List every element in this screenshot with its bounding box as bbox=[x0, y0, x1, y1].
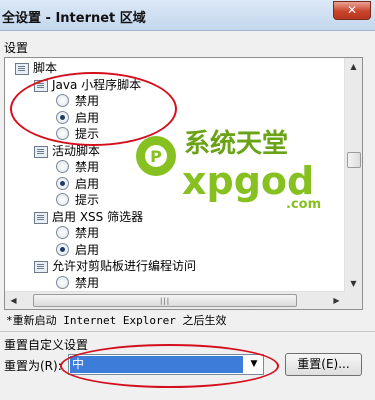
tree-item-label: 提示 bbox=[75, 193, 100, 207]
tree-option[interactable]: 启用 bbox=[56, 176, 99, 192]
svg-text:P: P bbox=[150, 147, 162, 166]
watermark-tld: .com bbox=[286, 197, 321, 212]
scroll-up-icon[interactable]: ▲ bbox=[345, 58, 362, 75]
custom-settings-label: 重置自定义设置 bbox=[4, 338, 89, 352]
watermark-name: 系统天堂 bbox=[184, 128, 288, 159]
tree-folder: 允许对剪贴板进行编程访问 bbox=[34, 258, 196, 274]
settings-folder-icon bbox=[34, 145, 48, 158]
window-title: 全设置 - Internet 区域 bbox=[2, 11, 146, 26]
vertical-scroll-thumb[interactable] bbox=[347, 152, 361, 168]
reset-button[interactable]: 重置(E)... bbox=[285, 353, 362, 376]
radio-checked-icon[interactable] bbox=[56, 176, 69, 190]
grip-icon: ||| bbox=[160, 297, 171, 305]
tree-option[interactable]: 提示 bbox=[56, 192, 99, 208]
radio-checked-icon[interactable] bbox=[56, 242, 69, 256]
radio-icon[interactable] bbox=[56, 193, 69, 206]
tree-option[interactable]: 启用 bbox=[56, 242, 99, 258]
highlight-ellipse-java bbox=[10, 72, 177, 146]
radio-icon[interactable] bbox=[56, 226, 69, 239]
scrollbar-corner bbox=[345, 292, 362, 309]
settings-folder-icon bbox=[15, 62, 29, 75]
scroll-left-icon[interactable]: ◀ bbox=[5, 292, 22, 309]
scroll-right-icon[interactable]: ▶ bbox=[328, 292, 345, 309]
tree-item-label: 启用 XSS 筛选器 bbox=[52, 209, 144, 224]
separator bbox=[0, 331, 375, 332]
restart-note: *重新启动 Internet Explorer 之后生效 bbox=[6, 314, 227, 327]
tree-option[interactable]: 禁用 bbox=[56, 159, 99, 175]
settings-folder-icon bbox=[34, 211, 48, 224]
reset-to-label: 重置为(R): bbox=[4, 359, 62, 373]
xpgod-watermark-logo: P 系统天堂 xpgod .com bbox=[136, 128, 321, 212]
settings-folder-icon bbox=[34, 260, 48, 273]
highlight-ellipse-reset bbox=[60, 344, 279, 388]
tree-item-label: 禁用 bbox=[75, 275, 100, 290]
tree-item-label: 禁用 bbox=[75, 226, 100, 240]
tree-item-label: 禁用 bbox=[75, 160, 100, 174]
close-button[interactable]: ✕ bbox=[333, 1, 371, 20]
tree-item-label: 启用 bbox=[75, 176, 100, 191]
title-bar: 全设置 - Internet 区域 ✕ bbox=[0, 0, 375, 31]
tree-folder: 启用 XSS 筛选器 bbox=[34, 209, 143, 225]
radio-icon[interactable] bbox=[56, 275, 69, 289]
vertical-scrollbar[interactable]: ▲ ▼ bbox=[344, 58, 362, 292]
tree-item-label: 允许对剪贴板进行编程访问 bbox=[52, 259, 197, 273]
tree-item-label: 脚本 bbox=[33, 61, 58, 75]
tree-folder: 脚本 bbox=[15, 60, 57, 76]
tree-option[interactable]: 禁用 bbox=[56, 275, 99, 291]
scroll-down-icon[interactable]: ▼ bbox=[345, 275, 362, 292]
tree-option[interactable]: 禁用 bbox=[56, 225, 99, 241]
horizontal-scrollbar[interactable]: ◀ ||| ▶ bbox=[5, 291, 345, 309]
settings-label: 设置 bbox=[4, 41, 29, 55]
tree-item-label: 启用 bbox=[75, 242, 100, 257]
radio-icon[interactable] bbox=[56, 160, 69, 173]
